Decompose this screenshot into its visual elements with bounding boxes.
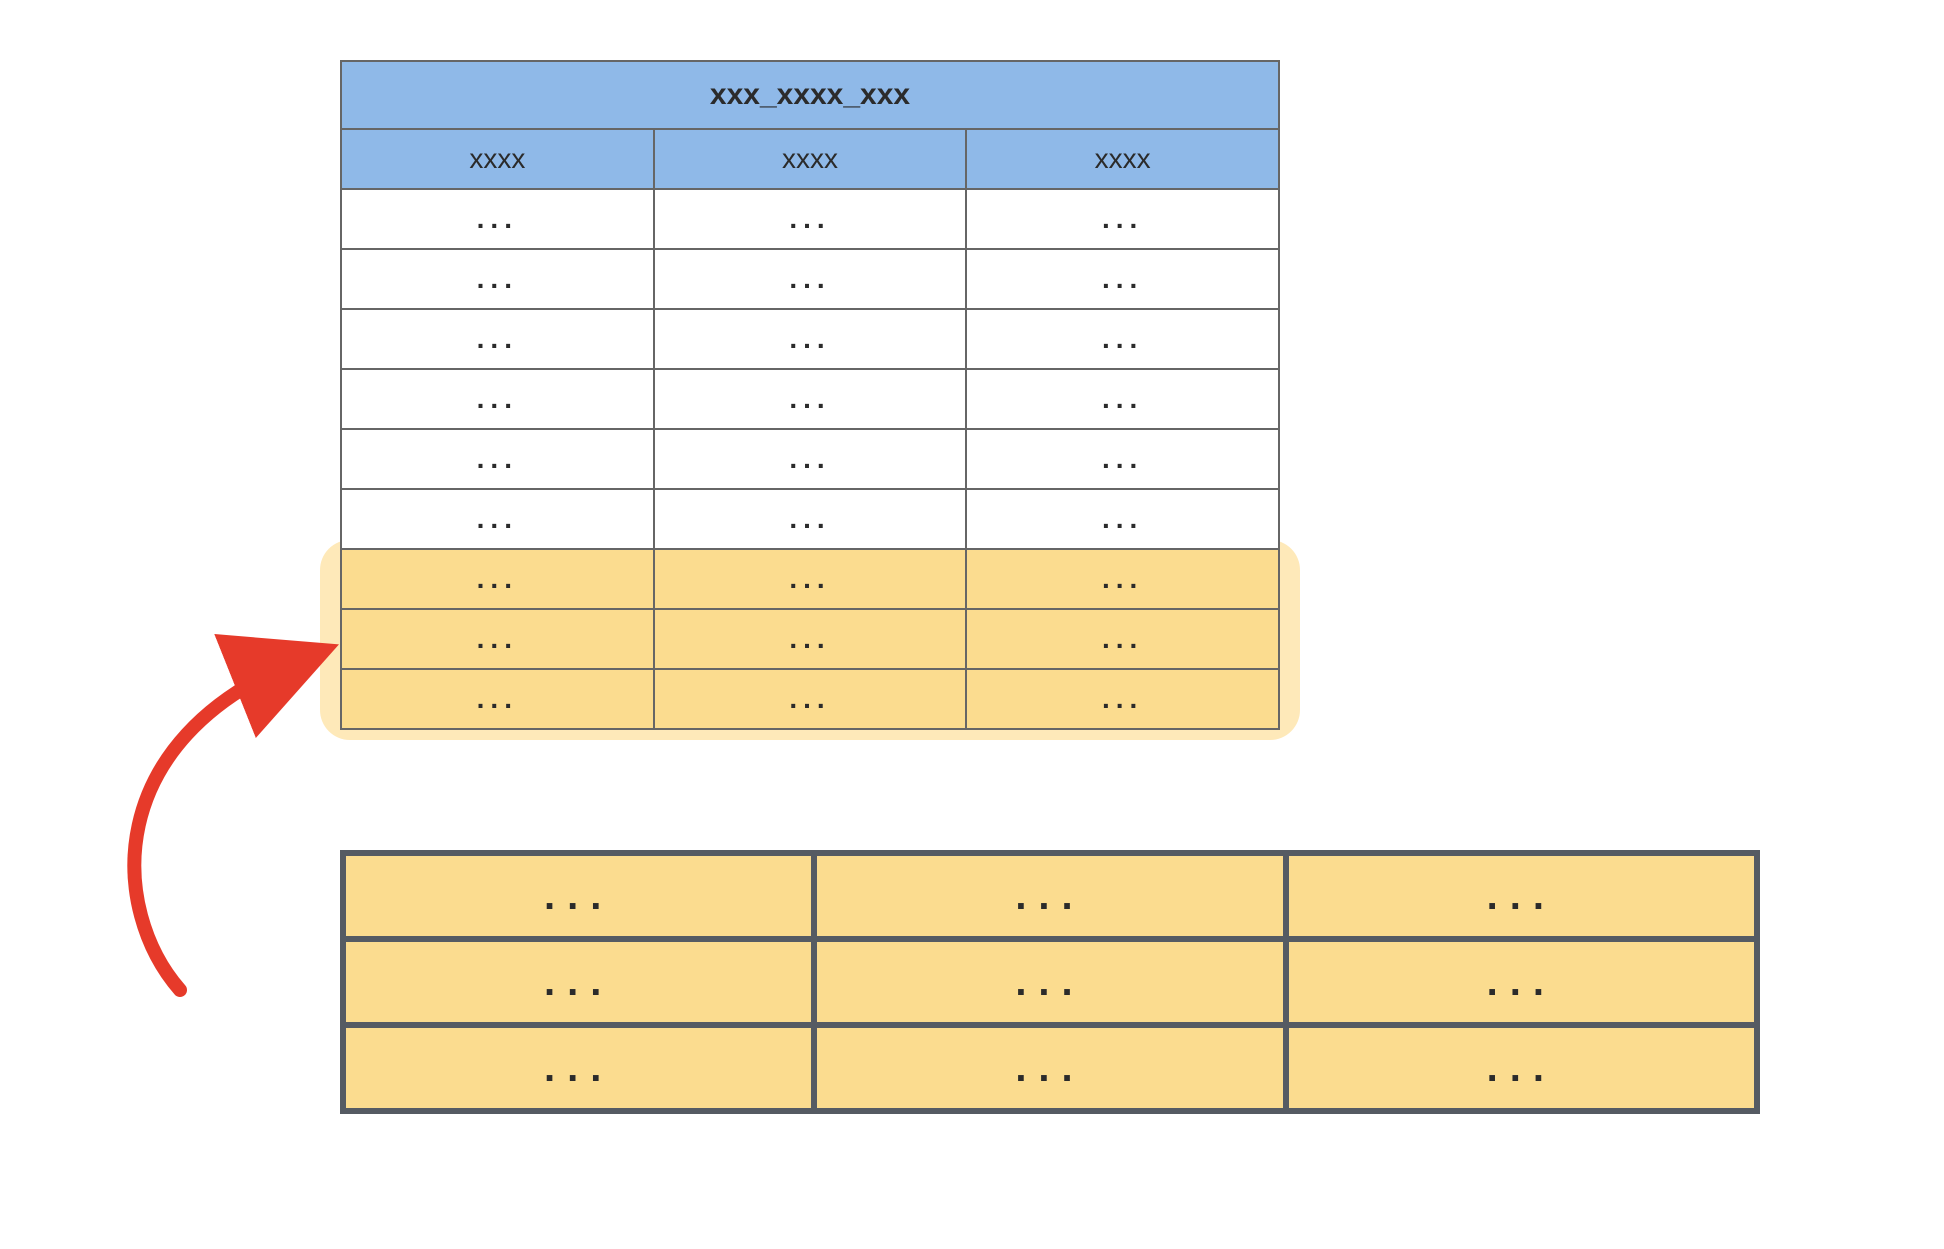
table-row-highlighted: ... ... ... bbox=[341, 549, 1279, 609]
grid-cell: ... bbox=[1286, 939, 1757, 1025]
table-cell: ... bbox=[341, 249, 654, 309]
top-table-wrapper: xxx_xxxx_xxx xxxx xxxx xxxx ... ... ... … bbox=[340, 60, 1280, 730]
table-cell: ... bbox=[341, 669, 654, 729]
grid-cell: ... bbox=[814, 853, 1285, 939]
table-cell: ... bbox=[341, 489, 654, 549]
table-cell: ... bbox=[654, 489, 967, 549]
table-cell: ... bbox=[654, 669, 967, 729]
bottom-grid-wrapper: ... ... ... ... ... ... ... ... ... bbox=[340, 850, 1760, 1114]
table-cell: ... bbox=[966, 249, 1279, 309]
table-cell: ... bbox=[966, 369, 1279, 429]
grid-row: ... ... ... bbox=[343, 853, 1757, 939]
table-cell: ... bbox=[341, 429, 654, 489]
table-row: ... ... ... bbox=[341, 429, 1279, 489]
grid-cell: ... bbox=[814, 1025, 1285, 1111]
column-header: xxxx bbox=[341, 129, 654, 189]
grid-cell: ... bbox=[343, 939, 814, 1025]
grid-row: ... ... ... bbox=[343, 939, 1757, 1025]
table-cell: ... bbox=[654, 609, 967, 669]
table-cell: ... bbox=[341, 369, 654, 429]
table-title: xxx_xxxx_xxx bbox=[341, 61, 1279, 129]
grid-cell: ... bbox=[343, 1025, 814, 1111]
table-cell: ... bbox=[654, 189, 967, 249]
table-header-row: xxxx xxxx xxxx bbox=[341, 129, 1279, 189]
grid-cell: ... bbox=[1286, 1025, 1757, 1111]
table-cell: ... bbox=[966, 669, 1279, 729]
table-row: ... ... ... bbox=[341, 189, 1279, 249]
grid-cell: ... bbox=[1286, 853, 1757, 939]
table-row-highlighted: ... ... ... bbox=[341, 669, 1279, 729]
grid-row: ... ... ... bbox=[343, 1025, 1757, 1111]
table-cell: ... bbox=[341, 309, 654, 369]
table-cell: ... bbox=[966, 609, 1279, 669]
column-header: xxxx bbox=[966, 129, 1279, 189]
table-cell: ... bbox=[966, 549, 1279, 609]
grid-cell: ... bbox=[814, 939, 1285, 1025]
top-table: xxx_xxxx_xxx xxxx xxxx xxxx ... ... ... … bbox=[340, 60, 1280, 730]
table-cell: ... bbox=[654, 309, 967, 369]
table-title-row: xxx_xxxx_xxx bbox=[341, 61, 1279, 129]
table-row: ... ... ... bbox=[341, 369, 1279, 429]
table-row: ... ... ... bbox=[341, 489, 1279, 549]
table-cell: ... bbox=[966, 189, 1279, 249]
table-cell: ... bbox=[341, 609, 654, 669]
table-cell: ... bbox=[966, 309, 1279, 369]
table-cell: ... bbox=[341, 189, 654, 249]
table-cell: ... bbox=[966, 429, 1279, 489]
diagram-container: xxx_xxxx_xxx xxxx xxxx xxxx ... ... ... … bbox=[40, 40, 1904, 1209]
table-cell: ... bbox=[654, 249, 967, 309]
table-cell: ... bbox=[341, 549, 654, 609]
table-cell: ... bbox=[966, 489, 1279, 549]
bottom-grid: ... ... ... ... ... ... ... ... ... bbox=[340, 850, 1760, 1114]
column-header: xxxx bbox=[654, 129, 967, 189]
table-row: ... ... ... bbox=[341, 249, 1279, 309]
table-row: ... ... ... bbox=[341, 309, 1279, 369]
table-cell: ... bbox=[654, 429, 967, 489]
table-cell: ... bbox=[654, 369, 967, 429]
table-row-highlighted: ... ... ... bbox=[341, 609, 1279, 669]
table-cell: ... bbox=[654, 549, 967, 609]
grid-cell: ... bbox=[343, 853, 814, 939]
